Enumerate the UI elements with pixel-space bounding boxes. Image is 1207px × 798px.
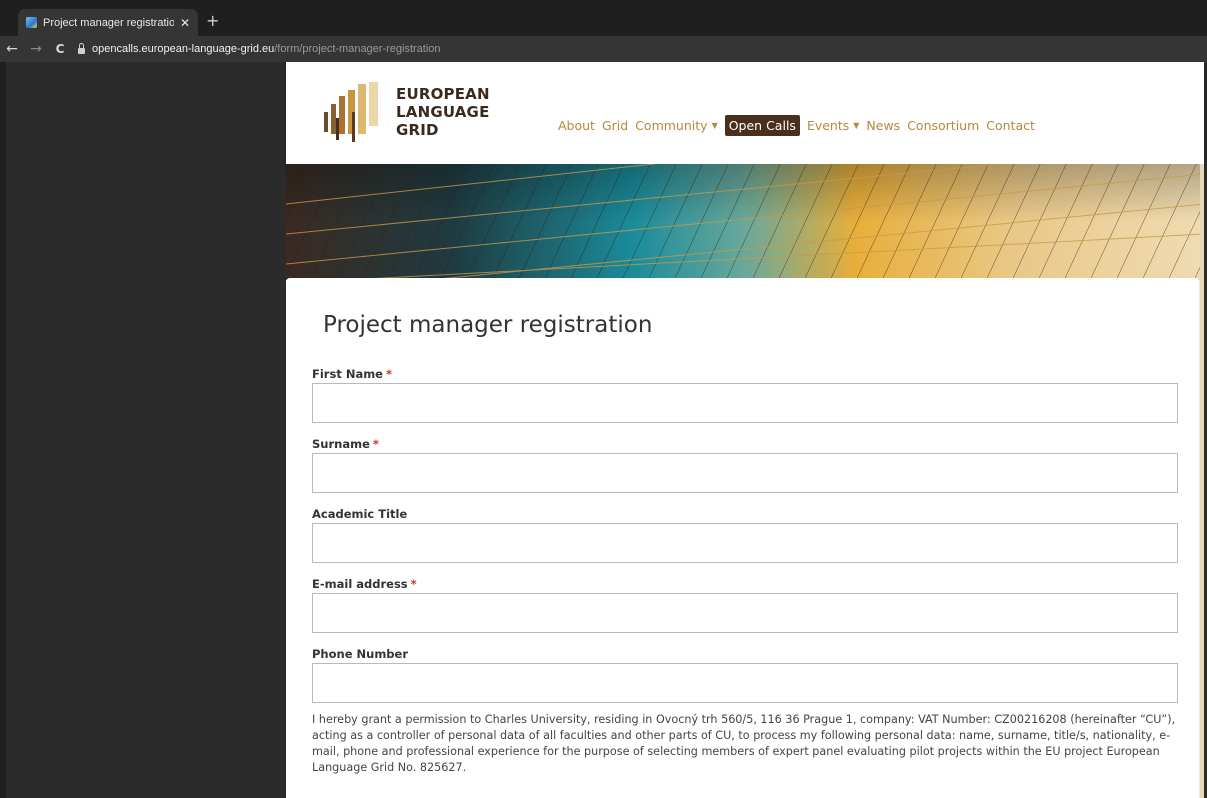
academic-title-input[interactable] (312, 523, 1178, 563)
url-host: opencalls.european-language-grid.eu (92, 43, 275, 55)
logo-line: LANGUAGE (396, 103, 490, 121)
elg-logo-text[interactable]: EUROPEAN LANGUAGE GRID (396, 85, 490, 139)
window-edge (0, 0, 6, 798)
address-bar[interactable]: opencalls.european-language-grid.eu/form… (78, 38, 441, 60)
web-page: EUROPEAN LANGUAGE GRID About Grid Commun… (286, 62, 1204, 798)
browser-tab[interactable]: Project manager registration | EL ✕ (18, 9, 198, 36)
logo-line: GRID (396, 121, 439, 139)
required-marker: * (385, 367, 392, 381)
hero-banner (286, 164, 1204, 280)
chevron-down-icon: ▼ (853, 121, 860, 130)
nav-news[interactable]: News (866, 118, 900, 133)
elg-logo-icon[interactable] (322, 82, 384, 144)
browser-toolbar: ← → C opencalls.european-language-grid.e… (0, 36, 1207, 62)
email-field: E-mail address * (312, 577, 1178, 633)
gdpr-consent-text: I hereby grant a permission to Charles U… (312, 713, 1176, 774)
chevron-down-icon: ▼ (711, 121, 718, 130)
page-title: Project manager registration (323, 312, 653, 338)
first-name-label-text: First Name (312, 367, 383, 381)
site-favicon-icon (26, 17, 37, 28)
nav-events[interactable]: Events ▼ (807, 118, 859, 133)
back-button[interactable]: ← (0, 41, 24, 57)
nav-events-label: Events (806, 118, 850, 133)
main-navigation: About Grid Community ▼ Open Calls Events ▼… (558, 115, 1042, 136)
first-name-label: First Name * (312, 367, 1178, 383)
nav-community[interactable]: Community ▼ (635, 118, 718, 133)
nav-community-label: Community (635, 118, 708, 133)
page-edge-stripe (1200, 164, 1204, 798)
email-input[interactable] (312, 593, 1178, 633)
forward-button[interactable]: → (24, 41, 48, 57)
surname-label: Surname * (312, 437, 1178, 453)
surname-label-text: Surname (312, 437, 370, 451)
required-marker: * (410, 577, 417, 591)
academic-title-label: Academic Title (312, 507, 1178, 523)
phone-number-label-text: Phone Number (312, 647, 409, 661)
new-tab-button[interactable]: + (206, 11, 219, 30)
lock-icon (78, 42, 85, 54)
phone-number-input[interactable] (312, 663, 1178, 703)
phone-number-label: Phone Number (312, 647, 1178, 663)
surname-field: Surname * (312, 437, 1178, 493)
nav-open-calls[interactable]: Open Calls (724, 115, 800, 136)
email-label-text: E-mail address (312, 577, 408, 591)
nav-consortium[interactable]: Consortium (907, 118, 979, 133)
surname-input[interactable] (312, 453, 1178, 493)
required-marker: * (372, 437, 379, 451)
site-header: EUROPEAN LANGUAGE GRID About Grid Commun… (286, 62, 1204, 164)
url-path: /form/project-manager-registration (274, 43, 441, 55)
academic-title-field: Academic Title (312, 507, 1178, 563)
first-name-field: First Name * (312, 367, 1178, 423)
first-name-input[interactable] (312, 383, 1178, 423)
nav-contact[interactable]: Contact (986, 118, 1035, 133)
form-panel: Project manager registration First Name *… (286, 278, 1199, 798)
nav-about[interactable]: About (558, 118, 595, 133)
tab-title: Project manager registration | EL (43, 16, 174, 29)
close-tab-icon[interactable]: ✕ (180, 16, 190, 30)
reload-button[interactable]: C (48, 42, 72, 56)
email-label: E-mail address * (312, 577, 1178, 593)
browser-tab-strip: Project manager registration | EL ✕ + (0, 0, 1207, 798)
nav-grid[interactable]: Grid (602, 118, 628, 133)
logo-line: EUROPEAN (396, 85, 490, 103)
academic-title-label-text: Academic Title (312, 507, 408, 521)
phone-number-field: Phone Number (312, 647, 1178, 703)
